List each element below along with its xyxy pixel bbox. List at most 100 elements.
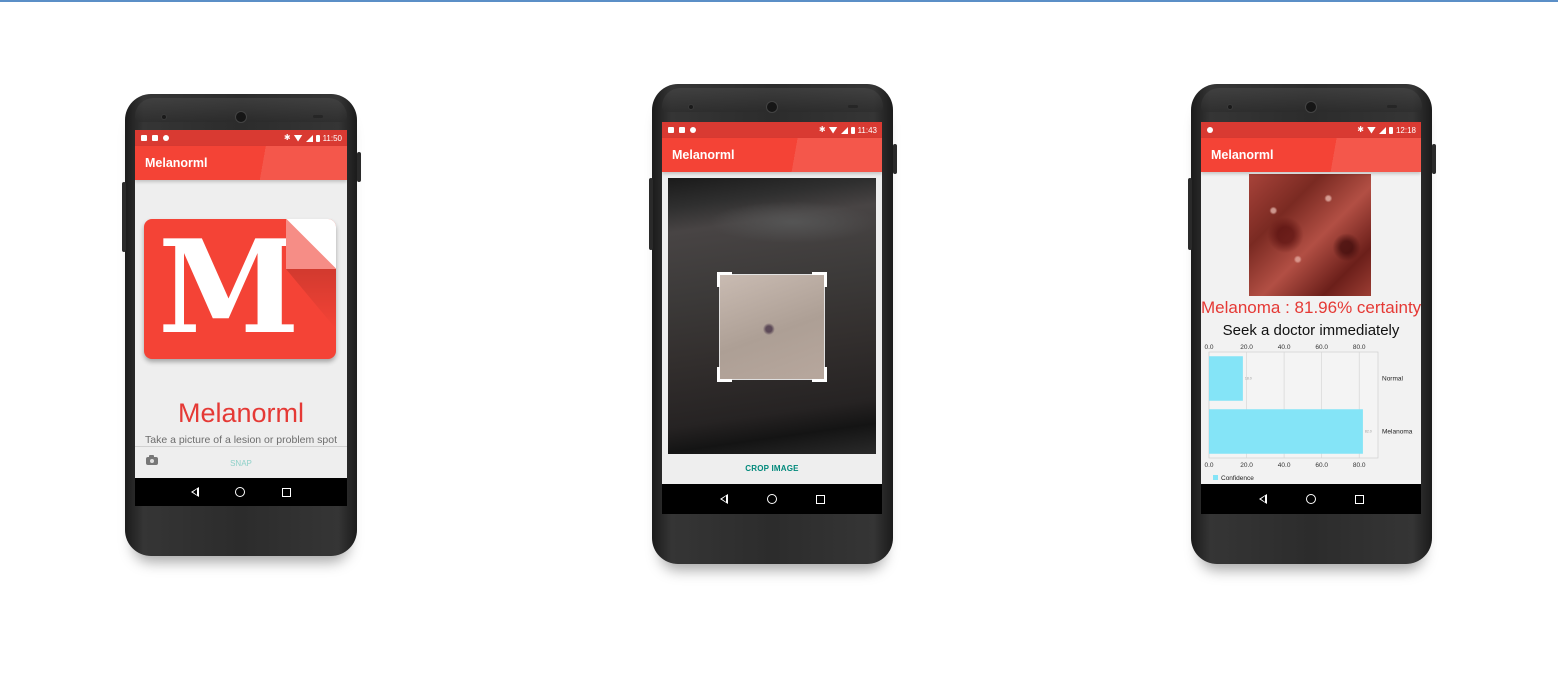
gallery-notification-icon bbox=[152, 135, 158, 141]
logo-page-fold bbox=[286, 219, 336, 269]
bluetooth-icon: ✱ bbox=[818, 125, 826, 134]
image-notification-icon bbox=[668, 127, 674, 133]
crop-handle-top-left[interactable] bbox=[717, 272, 732, 287]
chart-tick-label-top: 0.0 bbox=[1204, 344, 1213, 351]
bluetooth-icon: ✱ bbox=[283, 133, 291, 142]
battery-icon bbox=[850, 126, 855, 134]
chart-tick-label-bottom: 60.0 bbox=[1315, 462, 1328, 469]
crop-handle-bottom-right[interactable] bbox=[812, 367, 827, 382]
chart-tick-label-top: 80.0 bbox=[1353, 344, 1366, 351]
speaker-icon bbox=[313, 115, 323, 118]
app-bar: Melanorml bbox=[135, 146, 347, 180]
volume-button bbox=[122, 182, 126, 252]
battery-icon bbox=[1388, 126, 1393, 134]
chart-tick-label-bottom: 20.0 bbox=[1240, 462, 1253, 469]
chart-bar bbox=[1209, 409, 1363, 454]
top-rule bbox=[0, 0, 1558, 2]
sensor-icon bbox=[688, 104, 694, 110]
signal-icon bbox=[840, 126, 848, 134]
app-bar: Melanorml bbox=[1201, 138, 1421, 172]
recents-icon[interactable] bbox=[815, 494, 825, 504]
speaker-icon bbox=[1387, 105, 1397, 108]
recents-icon[interactable] bbox=[1354, 494, 1364, 504]
crop-selection[interactable] bbox=[717, 272, 827, 382]
bulb-notification-icon bbox=[1207, 127, 1213, 133]
screen: ✱ 12:18 Melanorml Melanoma : 81.96% cert… bbox=[1201, 122, 1421, 514]
chart-tick-label-bottom: 80.0 bbox=[1353, 462, 1366, 469]
nav-bar bbox=[135, 478, 347, 506]
chart-tick-label-top: 20.0 bbox=[1240, 344, 1253, 351]
volume-button bbox=[1188, 178, 1192, 250]
chart-category-label: Melanoma bbox=[1382, 429, 1413, 436]
status-time: 12:18 bbox=[1395, 125, 1416, 135]
chart-tick-label-top: 40.0 bbox=[1278, 344, 1291, 351]
app-title: Melanorml bbox=[1211, 148, 1274, 162]
screen: ✱ 11:50 Melanorml M Melanorml Take a pic… bbox=[135, 130, 347, 506]
chart-tick-label-bottom: 0.0 bbox=[1204, 462, 1213, 469]
back-icon[interactable] bbox=[719, 494, 728, 504]
crop-handle-top-right[interactable] bbox=[812, 272, 827, 287]
chart-legend-swatch bbox=[1213, 475, 1218, 480]
phone-home: ✱ 11:50 Melanorml M Melanorml Take a pic… bbox=[122, 94, 361, 556]
signal-icon bbox=[305, 134, 313, 142]
chart-data-label: 82.0 bbox=[1365, 430, 1372, 434]
speaker-icon bbox=[848, 105, 858, 108]
front-camera-icon bbox=[1305, 101, 1317, 113]
home-title: Melanorml bbox=[177, 398, 305, 428]
sensor-icon bbox=[1227, 104, 1233, 110]
app-logo: M bbox=[144, 219, 336, 359]
bluetooth-icon: ✱ bbox=[1357, 125, 1364, 134]
phone-crop: ✱ 11:43 Melanorml CROP IMAGE bbox=[649, 84, 897, 564]
status-bar: ✱ 12:18 bbox=[1201, 122, 1421, 138]
chart-data-label: 18.0 bbox=[1245, 377, 1252, 381]
home-icon[interactable] bbox=[766, 494, 777, 504]
screen: ✱ 11:43 Melanorml CROP IMAGE bbox=[662, 122, 882, 514]
back-icon[interactable] bbox=[191, 487, 200, 497]
bulb-notification-icon bbox=[163, 135, 169, 141]
chart-category-label: Normal bbox=[1382, 376, 1404, 383]
power-button bbox=[893, 144, 897, 174]
app-title: Melanorml bbox=[145, 156, 208, 170]
status-bar: ✱ 11:50 bbox=[135, 130, 347, 146]
gallery-notification-icon bbox=[679, 127, 685, 133]
action-bar: SNAP bbox=[135, 446, 347, 479]
recents-icon[interactable] bbox=[281, 487, 291, 497]
front-camera-icon bbox=[235, 111, 247, 123]
diagnosis-text: Melanoma : 81.96% certainty bbox=[1201, 298, 1421, 317]
nav-bar bbox=[662, 484, 882, 514]
chart-bar bbox=[1209, 356, 1243, 401]
confidence-chart: 0.0 0.0 20.0 20.0 40.0 40.0 60.0 60.0 80.0 80.0 18… bbox=[1204, 344, 1413, 482]
image-notification-icon bbox=[141, 135, 147, 141]
app-title: Melanorml bbox=[672, 148, 735, 162]
crop-image-button[interactable]: CROP IMAGE bbox=[662, 464, 882, 473]
chart-tick-label-bottom: 40.0 bbox=[1278, 462, 1291, 469]
crop-area bbox=[668, 178, 876, 454]
signal-icon bbox=[1378, 126, 1386, 134]
power-button bbox=[357, 152, 361, 182]
chart-legend-label: Confidence bbox=[1221, 475, 1254, 482]
advice-text: Seek a doctor immediately bbox=[1222, 322, 1400, 339]
wifi-icon bbox=[293, 134, 303, 142]
status-bar: ✱ 11:43 bbox=[662, 122, 882, 138]
wifi-icon bbox=[828, 126, 838, 134]
home-icon[interactable] bbox=[235, 487, 246, 497]
power-button bbox=[1432, 144, 1436, 174]
crop-handle-bottom-left[interactable] bbox=[717, 367, 732, 382]
phone-result: ✱ 12:18 Melanorml Melanoma : 81.96% cert… bbox=[1188, 84, 1436, 564]
home-icon[interactable] bbox=[1305, 494, 1316, 504]
bulb-notification-icon bbox=[690, 127, 696, 133]
sensor-icon bbox=[161, 114, 167, 120]
status-time: 11:43 bbox=[857, 125, 877, 135]
chart-tick-label-top: 60.0 bbox=[1315, 344, 1328, 351]
front-camera-icon bbox=[766, 101, 778, 113]
snap-button[interactable]: SNAP bbox=[135, 459, 347, 468]
home-subtitle: Take a picture of a lesion or problem sp… bbox=[144, 434, 338, 446]
status-time: 11:50 bbox=[322, 133, 342, 143]
battery-icon bbox=[315, 134, 320, 142]
nav-bar bbox=[1201, 484, 1421, 514]
wifi-icon bbox=[1366, 126, 1376, 134]
lesion-image bbox=[1249, 174, 1371, 296]
volume-button bbox=[649, 178, 653, 250]
logo-letter: M bbox=[158, 219, 300, 359]
back-icon[interactable] bbox=[1258, 494, 1267, 504]
